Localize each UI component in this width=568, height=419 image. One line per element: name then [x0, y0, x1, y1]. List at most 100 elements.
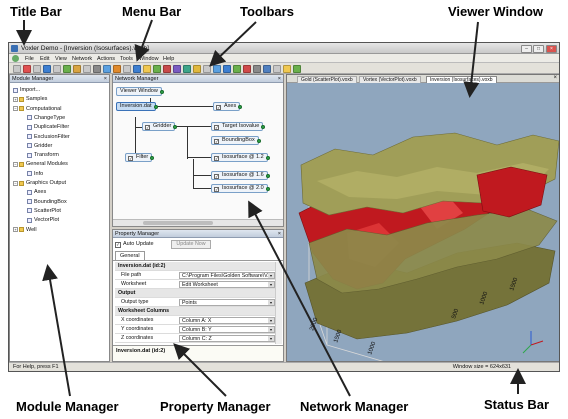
toolbar-button[interactable]	[283, 64, 291, 73]
module-tree-item[interactable]: − Graphics Output	[13, 180, 66, 186]
toolbar-button[interactable]	[203, 64, 211, 73]
module-tree-item[interactable]: BoundingBox	[27, 199, 67, 205]
menu-window[interactable]: Window	[139, 56, 159, 62]
property-row[interactable]: File path C:\Program Files\Golden Softwar…	[115, 271, 280, 280]
toolbar-button[interactable]	[173, 64, 181, 73]
dropdown-icon[interactable]: ▾	[268, 336, 274, 341]
collapse-icon[interactable]: −	[13, 161, 18, 167]
checkbox-icon[interactable]: ✓	[214, 155, 219, 161]
module-tree-item[interactable]: ScatterPlot	[27, 208, 61, 214]
menu-edit[interactable]: Edit	[40, 56, 49, 62]
module-tree-item[interactable]: Axes	[27, 189, 46, 195]
dropdown-icon[interactable]: ▾	[268, 273, 274, 278]
property-row[interactable]: Z coordinates Column C: Z ▾	[115, 334, 280, 343]
node-viewer-window[interactable]: Viewer Window	[116, 87, 164, 96]
checkbox-icon[interactable]: ✓	[145, 124, 150, 130]
menu-view[interactable]: View	[55, 56, 67, 62]
property-value[interactable]: C:\Program Files\Golden Software\V... ▾	[179, 272, 275, 279]
toolbar-button[interactable]	[13, 64, 21, 73]
toolbar-button[interactable]	[273, 64, 281, 73]
module-tree-item[interactable]: Import...	[13, 87, 40, 93]
property-value[interactable]: Column A: X ▾	[179, 317, 275, 324]
module-tree-item[interactable]: ChangeType	[27, 115, 65, 121]
toolbar-button[interactable]	[123, 64, 131, 73]
close-icon[interactable]: ×	[104, 75, 107, 83]
auto-update-toggle[interactable]: ✓ Auto Update	[115, 240, 154, 249]
toolbar-button[interactable]	[153, 64, 161, 73]
menu-network[interactable]: Network	[72, 56, 92, 62]
module-tree-item[interactable]: − General Modules	[13, 161, 68, 167]
checkbox-icon[interactable]: ✓	[214, 186, 219, 192]
toolbar-button[interactable]	[93, 64, 101, 73]
property-value[interactable]: Edit Worksheet ▾	[179, 281, 275, 288]
checkbox-icon[interactable]: ✓	[214, 124, 219, 130]
checkbox-icon[interactable]: ✓	[216, 104, 221, 110]
toolbar-button[interactable]	[233, 64, 241, 73]
module-tree-item[interactable]: Info	[27, 171, 43, 177]
collapse-icon[interactable]: −	[13, 106, 18, 112]
toolbar-button[interactable]	[243, 64, 251, 73]
close-button[interactable]: ×	[546, 44, 557, 53]
toolbar-button[interactable]	[223, 64, 231, 73]
toolbar-button[interactable]	[113, 64, 121, 73]
property-row[interactable]: Y coordinates Column B: Y ▾	[115, 325, 280, 334]
toolbar-button[interactable]	[183, 64, 191, 73]
node-isosurface-2-0[interactable]: ✓ Isosurface @ 2.0	[211, 184, 270, 193]
expand-icon[interactable]: +	[13, 96, 18, 102]
checkbox-icon[interactable]: ✓	[115, 241, 121, 248]
dropdown-icon[interactable]: ▾	[268, 318, 274, 323]
node-target-isovalue[interactable]: ✓ Target Isovalue	[211, 122, 266, 131]
tab-inversion-isosurfaces[interactable]: Inversion (Isosurfaces).voxb	[426, 76, 497, 83]
toolbar-button[interactable]	[263, 64, 271, 73]
toolbar-button[interactable]	[253, 64, 261, 73]
module-tree-item[interactable]: Gridder	[27, 143, 52, 149]
module-tree-item[interactable]: + Well	[13, 227, 37, 233]
property-row[interactable]: Output type Points ▾	[115, 298, 280, 307]
title-bar[interactable]: Voxler Demo - [Inversion (Isosurfaces).v…	[9, 43, 559, 54]
toolbar-button[interactable]	[293, 64, 301, 73]
node-filter[interactable]: ✓ Filter	[125, 153, 155, 162]
property-row[interactable]: X coordinates Column A: X ▾	[115, 316, 280, 325]
close-icon[interactable]: ×	[278, 75, 281, 83]
tab-general[interactable]: General	[115, 251, 145, 260]
property-value[interactable]: Points ▾	[179, 299, 275, 306]
module-tree-item[interactable]: ExclusionFilter	[27, 134, 70, 140]
node-isosurface-1-6[interactable]: ✓ Isosurface @ 1.6	[211, 171, 270, 180]
node-bounding-box[interactable]: ✓ BoundingBox	[211, 136, 261, 145]
menu-actions[interactable]: Actions	[97, 56, 115, 62]
dropdown-icon[interactable]: ▾	[268, 327, 274, 332]
close-icon[interactable]: ×	[278, 230, 281, 238]
toolbar-button[interactable]	[53, 64, 61, 73]
tab-vortex-vectorplot[interactable]: Vortex (VectorPlot).voxb	[359, 76, 421, 83]
toolbar-button[interactable]	[163, 64, 171, 73]
property-value[interactable]: Column B: Y ▾	[179, 326, 275, 333]
property-scrollbar[interactable]	[275, 262, 282, 344]
module-tree-item[interactable]: + Samples	[13, 96, 47, 102]
toolbar-button[interactable]	[133, 64, 141, 73]
toolbar-button[interactable]	[73, 64, 81, 73]
expand-icon[interactable]: +	[13, 227, 18, 232]
dropdown-icon[interactable]: ▾	[268, 300, 274, 305]
toolbar-button[interactable]	[23, 64, 31, 73]
menu-tools[interactable]: Tools	[120, 56, 133, 62]
module-tree-item[interactable]: VectorPlot	[27, 217, 59, 223]
checkbox-icon[interactable]: ✓	[214, 173, 219, 179]
menu-help[interactable]: Help	[163, 56, 174, 62]
property-row[interactable]: Worksheet Edit Worksheet ▾	[115, 280, 280, 289]
tab-gold-scatterplot[interactable]: Gold (ScatterPlot).voxb	[297, 76, 357, 83]
update-now-button[interactable]: Update Now	[171, 240, 211, 249]
property-value[interactable]: Column C: Z ▾	[179, 335, 275, 342]
close-icon[interactable]: ×	[553, 75, 557, 81]
network-scrollbar[interactable]	[113, 219, 283, 226]
node-gridder[interactable]: ✓ Gridder	[142, 122, 178, 131]
toolbar-button[interactable]	[143, 64, 151, 73]
toolbar-button[interactable]	[103, 64, 111, 73]
toolbar-button[interactable]	[43, 64, 51, 73]
toolbar-button[interactable]	[33, 64, 41, 73]
module-tree-item[interactable]: DuplicateFilter	[27, 124, 69, 130]
checkbox-icon[interactable]: ✓	[214, 138, 219, 144]
minimize-button[interactable]: –	[521, 44, 532, 53]
module-tree-item[interactable]: − Computational	[13, 106, 61, 112]
node-axes[interactable]: ✓ Axes	[213, 102, 243, 111]
toolbar-button[interactable]	[83, 64, 91, 73]
